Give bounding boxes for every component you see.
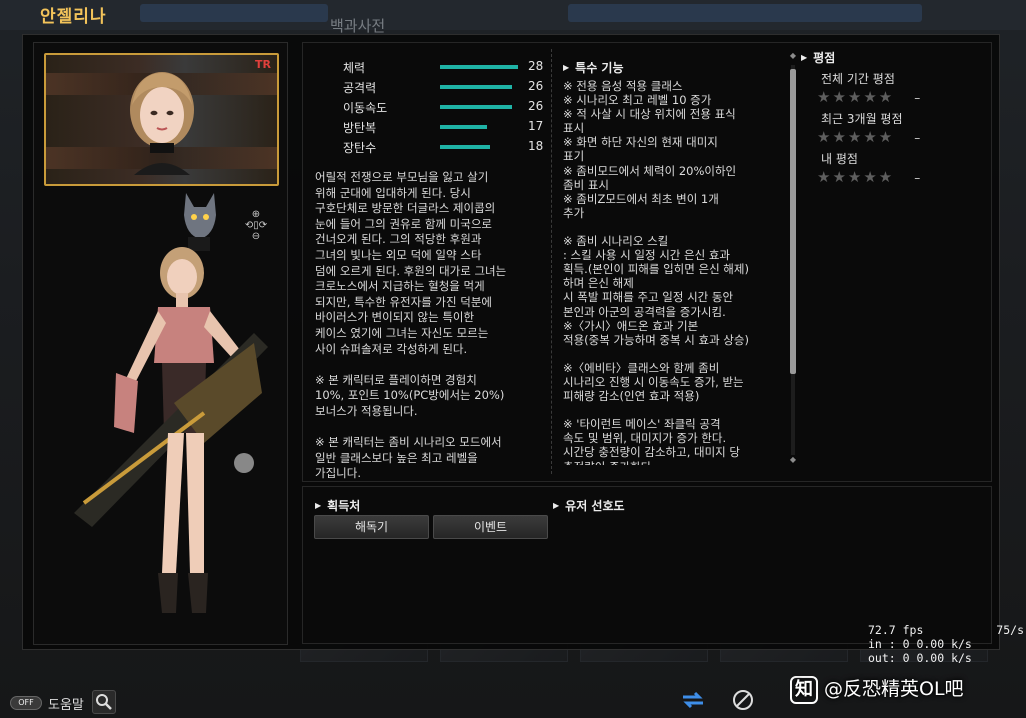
portrait-face-icon	[130, 72, 194, 175]
acquisition-panel: ▶ 획득처 해독기 이벤트 ▶ 유저 선호도	[302, 486, 992, 644]
stat-row: 이동속도 26	[343, 99, 543, 117]
stat-value: 18	[528, 139, 544, 153]
watermark: 知 @反恐精英OL吧	[790, 674, 1026, 708]
character-name: 안젤리나	[40, 7, 107, 27]
rating-label: 전체 기간 평점	[821, 72, 895, 86]
character-info-panel: 체력 28 공격력 26 이동속도 26 방탄복 17 장탄수 18 어릴적 전…	[302, 42, 992, 482]
scroll-thumb[interactable]	[790, 69, 796, 374]
stat-row: 장탄수 18	[343, 139, 543, 157]
rating-label: 내 평점	[821, 152, 858, 166]
acquire-title: 획득처	[327, 499, 361, 513]
stat-row: 방탄복 17	[343, 119, 543, 137]
background-notice-right	[568, 4, 922, 22]
rating-stars-icon: ★★★★★	[817, 88, 895, 106]
stat-label: 체력	[343, 61, 366, 75]
stat-row: 공격력 26	[343, 79, 543, 97]
stat-value: 26	[528, 79, 544, 93]
my-rating-stars-icon[interactable]: ★★★★★	[817, 168, 894, 186]
rating-heading: ▶ 평점	[801, 49, 986, 66]
background-section-title: 백과사전	[330, 17, 386, 35]
rate-readout: 75/s	[996, 623, 1024, 637]
help-search-button[interactable]	[92, 690, 116, 714]
help-toggle[interactable]: OFF	[10, 696, 42, 710]
stat-value: 17	[528, 119, 544, 133]
search-icon	[96, 694, 112, 710]
event-button[interactable]: 이벤트	[433, 515, 548, 539]
net-in-readout: in : 0 0.00 k/s	[868, 637, 972, 651]
stat-label: 이동속도	[343, 101, 388, 115]
help-label: 도움말	[48, 698, 84, 713]
rating-label: 최근 3개월 평점	[821, 112, 903, 126]
rating-value: –	[914, 171, 921, 185]
triangle-icon: ▶	[563, 63, 570, 72]
user-preference-title: 유저 선호도	[565, 499, 625, 513]
network-stats: 72.7 fps 75/s in : 0 0.00 k/s out: 0 0.0…	[868, 623, 1026, 665]
swap-icon[interactable]	[680, 688, 706, 712]
rating-value: –	[914, 131, 921, 145]
rating-title: 평점	[813, 51, 836, 65]
special-ability-text: ※ 전용 음성 적용 클래스 ※ 시나리오 최고 레벨 10 증가 ※ 적 사살…	[563, 79, 749, 465]
triangle-icon: ▶	[315, 501, 322, 510]
stat-label: 장탄수	[343, 141, 377, 155]
tr-badge: TR	[255, 58, 271, 71]
special-ability-title: 특수 기능	[575, 61, 624, 75]
special-ability-heading: ▶ 특수 기능	[563, 59, 624, 76]
compass-icon[interactable]	[730, 688, 756, 712]
special-ability-scrollbar[interactable]: ◆ ◆	[788, 51, 798, 466]
triangle-icon: ▶	[553, 501, 560, 510]
rating-stars-icon: ★★★★★	[817, 128, 895, 146]
decoder-button[interactable]: 해독기	[314, 515, 429, 539]
rating-value: –	[914, 91, 921, 105]
triangle-icon: ▶	[801, 53, 808, 62]
stat-bar	[440, 105, 512, 109]
acquire-heading: ▶ 획득처	[315, 497, 360, 514]
column-divider	[551, 49, 552, 474]
background-notice-left	[140, 4, 328, 22]
stat-row: 체력 28	[343, 59, 543, 77]
stat-bar	[440, 125, 487, 129]
stat-bar	[440, 145, 490, 149]
user-preference-heading: ▶ 유저 선호도	[553, 497, 625, 514]
stat-value: 28	[528, 59, 544, 73]
character-preview-panel: TR ⊕ ⟲▯⟳ ⊖	[33, 42, 288, 645]
character-3d-model[interactable]	[54, 193, 274, 643]
rating-section: ▶ 평점 전체 기간 평점 ★★★★★ – 최근 3개월 평점 ★★★★★ – 내 평…	[801, 49, 986, 186]
scroll-down-icon[interactable]: ◆	[788, 455, 798, 464]
scroll-up-icon[interactable]: ◆	[788, 51, 798, 60]
stat-bar	[440, 65, 518, 69]
stat-label: 방탄복	[343, 121, 377, 135]
watermark-logo-icon: 知	[790, 675, 818, 704]
net-out-readout: out: 0 0.00 k/s	[868, 651, 972, 665]
stat-value: 26	[528, 99, 544, 113]
watermark-text: @反恐精英OL吧	[824, 678, 964, 700]
character-portrait: TR	[44, 53, 279, 186]
character-story-text: 어릴적 전쟁으로 부모님을 잃고 살기 위해 군대에 입대하게 된다. 당시 구…	[315, 170, 507, 481]
stat-label: 공격력	[343, 81, 377, 95]
stat-bar	[440, 85, 512, 89]
